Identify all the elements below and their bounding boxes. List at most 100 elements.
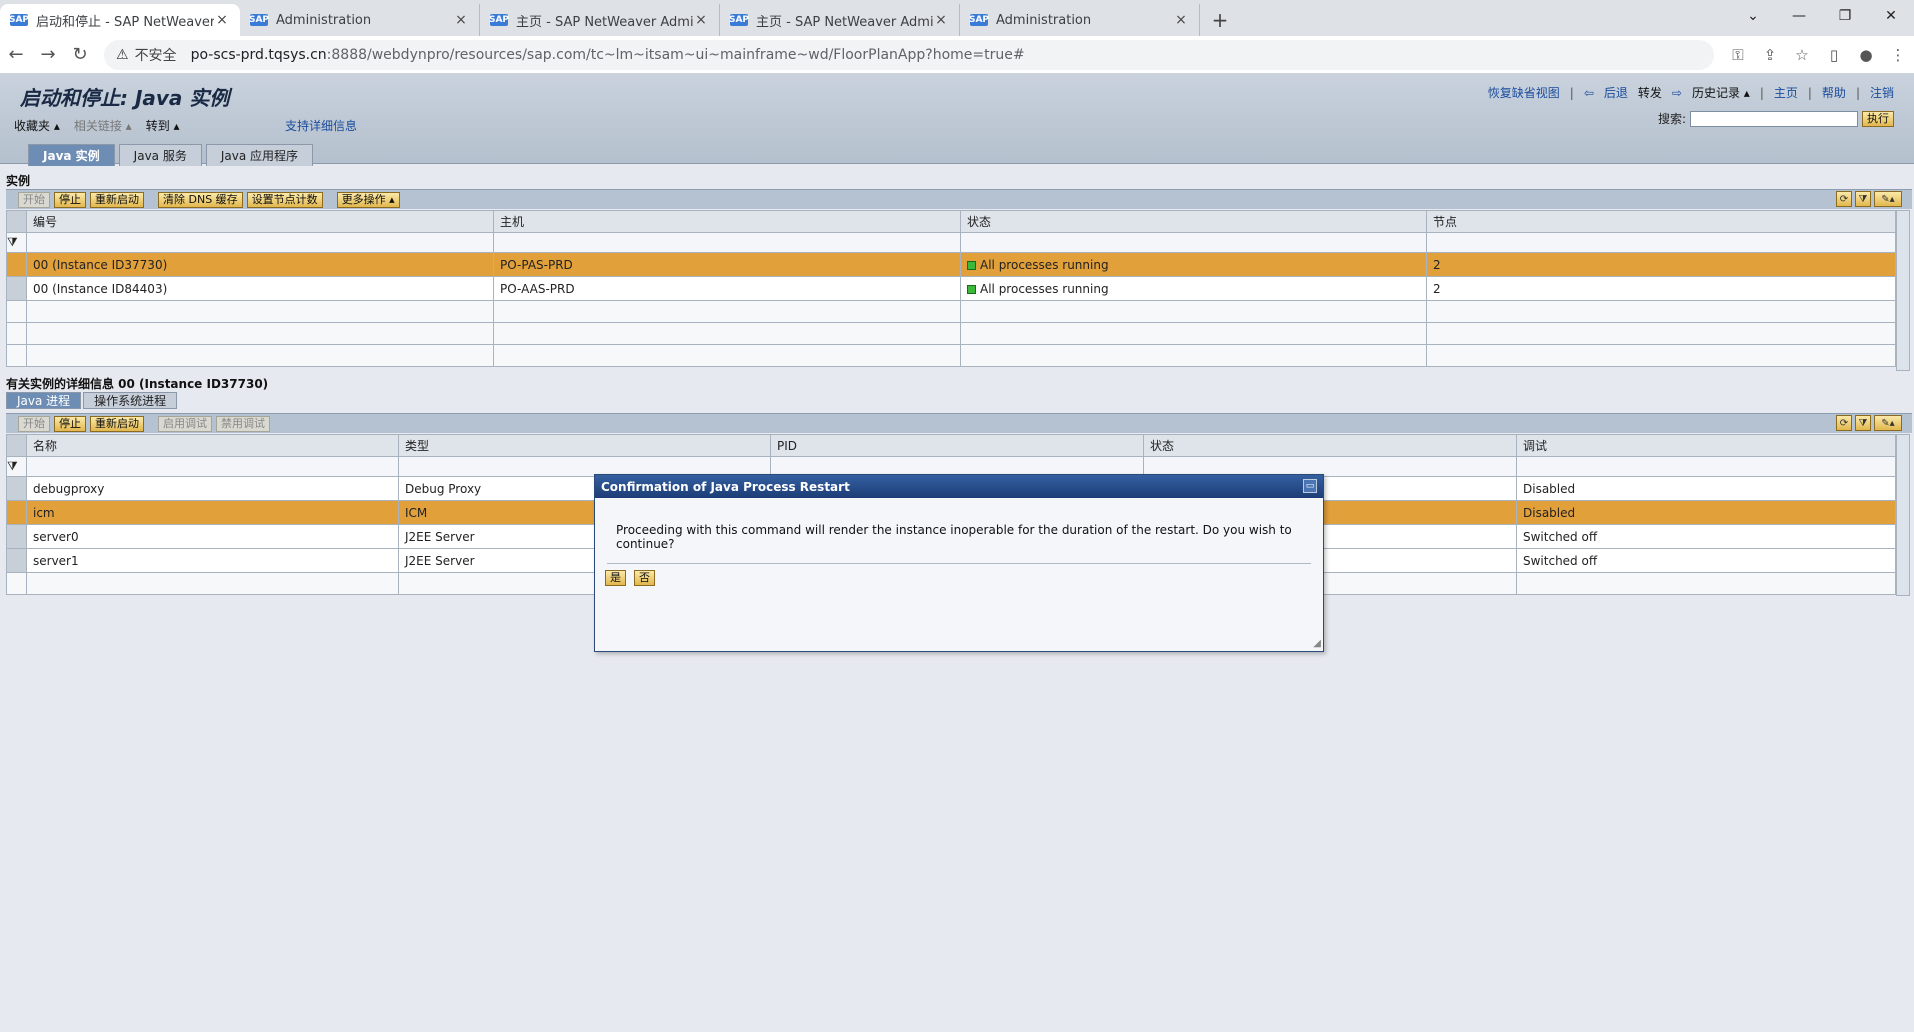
refresh-icon[interactable]: ⟳ <box>1836 415 1852 431</box>
row-selector[interactable] <box>6 252 27 277</box>
row-selector <box>6 300 27 323</box>
filter-cell[interactable] <box>960 232 1427 253</box>
filter-icon[interactable]: ⧩ <box>6 456 27 477</box>
filter-icon[interactable]: ⧩ <box>6 232 27 253</box>
column-header[interactable]: 节点 <box>1426 210 1896 233</box>
search-input[interactable] <box>1690 110 1858 127</box>
dialog-maximize-icon[interactable]: ▭ <box>1303 479 1317 493</box>
disable-debug-button[interactable]: 禁用调试 <box>216 415 270 432</box>
restart-button[interactable]: 重新启动 <box>90 191 144 208</box>
filter-cell[interactable] <box>1516 456 1896 477</box>
more-actions-button[interactable]: 更多操作 ▴ <box>336 191 400 208</box>
sidebar-icon[interactable]: ▯ <box>1818 46 1850 64</box>
support-details-link[interactable]: 支持详细信息 <box>285 117 357 134</box>
back-arrow-icon[interactable]: ⇦ <box>1584 86 1594 100</box>
column-header[interactable]: 类型 <box>398 434 771 457</box>
browser-tab-4[interactable]: SAP 主页 - SAP NetWeaver Admini × <box>720 4 960 36</box>
select-all-cell[interactable] <box>6 210 27 233</box>
processes-scrollbar[interactable] <box>1896 434 1910 596</box>
dialog-titlebar[interactable]: Confirmation of Java Process Restart ▭ <box>595 475 1323 498</box>
row-selector[interactable] <box>6 276 27 301</box>
clear-dns-cache-button[interactable]: 清除 DNS 缓存 <box>158 191 243 208</box>
back-link[interactable]: 后退 <box>1604 84 1628 101</box>
forward-arrow-icon[interactable]: ⇨ <box>1672 86 1682 100</box>
row-selector[interactable] <box>6 476 27 501</box>
filter-icon[interactable]: ⧩ <box>1855 415 1871 431</box>
row-selector[interactable] <box>6 524 27 549</box>
close-tab-icon[interactable]: × <box>933 12 949 28</box>
tab-java-instances[interactable]: Java 实例 <box>28 144 115 166</box>
history-menu[interactable]: 历史记录 ▴ <box>1692 84 1750 101</box>
profile-icon[interactable]: ● <box>1850 46 1882 64</box>
close-tab-icon[interactable]: × <box>453 12 469 28</box>
column-header[interactable]: 编号 <box>26 210 494 233</box>
filter-cell[interactable] <box>26 456 399 477</box>
select-all-cell[interactable] <box>6 434 27 457</box>
logout-link[interactable]: 注销 <box>1870 84 1894 101</box>
column-header[interactable]: 名称 <box>26 434 399 457</box>
browser-tab-5[interactable]: SAP Administration × <box>960 4 1200 36</box>
stop-button[interactable]: 停止 <box>54 191 86 208</box>
close-tab-icon[interactable]: × <box>693 12 709 28</box>
reload-icon[interactable]: ↻ <box>64 39 96 71</box>
tab-java-applications[interactable]: Java 应用程序 <box>205 144 314 166</box>
related-links-menu[interactable]: 相关链接 ▴ <box>74 117 132 134</box>
row-selector[interactable] <box>6 500 27 525</box>
favorites-menu[interactable]: 收藏夹 ▴ <box>14 117 60 134</box>
instances-scrollbar[interactable] <box>1896 210 1910 371</box>
browser-tab-1[interactable]: SAP 启动和停止 - SAP NetWeaver A × <box>0 4 240 36</box>
filter-icon[interactable]: ⧩ <box>1855 191 1871 207</box>
restore-icon[interactable]: ❐ <box>1822 0 1868 32</box>
forward-icon[interactable]: → <box>32 39 64 71</box>
minimize-icon[interactable]: — <box>1776 0 1822 32</box>
close-tab-icon[interactable]: × <box>1173 12 1189 28</box>
home-link[interactable]: 主页 <box>1774 84 1798 101</box>
filter-cell[interactable] <box>26 232 494 253</box>
column-header[interactable]: PID <box>770 434 1144 457</box>
start-button[interactable]: 开始 <box>18 415 50 432</box>
row-selector[interactable] <box>6 548 27 573</box>
enable-debug-button[interactable]: 启用调试 <box>158 415 212 432</box>
no-button[interactable]: 否 <box>634 570 655 586</box>
forward-link[interactable]: 转发 <box>1638 84 1662 101</box>
bookmark-star-icon[interactable]: ☆ <box>1786 46 1818 64</box>
url-field[interactable]: ⚠ 不安全 po-scs-prd.tqsys.cn:8888/webdynpro… <box>104 39 1714 70</box>
filter-cell[interactable] <box>493 232 961 253</box>
new-tab-button[interactable]: + <box>1200 4 1240 36</box>
start-button[interactable]: 开始 <box>18 191 50 208</box>
refresh-icon[interactable]: ⟳ <box>1836 191 1852 207</box>
stop-button[interactable]: 停止 <box>54 415 86 432</box>
resize-grip-icon[interactable]: ◢ <box>1313 638 1321 649</box>
yes-button[interactable]: 是 <box>605 570 626 586</box>
help-link[interactable]: 帮助 <box>1822 84 1846 101</box>
settings-wrench-icon[interactable]: ✎▴ <box>1874 191 1902 207</box>
column-header[interactable]: 主机 <box>493 210 961 233</box>
window-controls: ⌄ — ❐ ✕ <box>1730 0 1914 32</box>
settings-wrench-icon[interactable]: ✎▴ <box>1874 415 1902 431</box>
tab-os-processes[interactable]: 操作系统进程 <box>83 392 178 409</box>
menu-icon[interactable]: ⋮ <box>1882 46 1914 64</box>
close-window-icon[interactable]: ✕ <box>1868 0 1914 32</box>
execute-button[interactable]: 执行 <box>1862 110 1894 127</box>
table-row[interactable]: 00 (Instance ID84403) PO-AAS-PRD All pro… <box>6 276 1896 301</box>
tab-java-processes[interactable]: Java 进程 <box>6 392 82 409</box>
restart-button[interactable]: 重新启动 <box>90 415 144 432</box>
restore-default-view-link[interactable]: 恢复缺省视图 <box>1488 84 1560 101</box>
status-text: All processes running <box>980 281 1109 296</box>
column-header[interactable]: 状态 <box>1143 434 1517 457</box>
close-tab-icon[interactable]: × <box>214 12 230 28</box>
key-icon[interactable]: ⚿ <box>1722 46 1754 64</box>
process-name-cell: debugproxy <box>26 476 399 501</box>
browser-tab-3[interactable]: SAP 主页 - SAP NetWeaver Admini × <box>480 4 720 36</box>
column-header[interactable]: 状态 <box>960 210 1427 233</box>
browser-tab-2[interactable]: SAP Administration × <box>240 4 480 36</box>
set-node-count-button[interactable]: 设置节点计数 <box>246 191 323 208</box>
filter-cell[interactable] <box>1426 232 1896 253</box>
back-icon[interactable]: ← <box>0 39 32 71</box>
table-row[interactable]: 00 (Instance ID37730) PO-PAS-PRD All pro… <box>6 252 1896 277</box>
column-header[interactable]: 调试 <box>1516 434 1896 457</box>
share-icon[interactable]: ⇪ <box>1754 46 1786 64</box>
goto-menu[interactable]: 转到 ▴ <box>146 117 180 134</box>
tab-search-icon[interactable]: ⌄ <box>1730 0 1776 32</box>
tab-java-services[interactable]: Java 服务 <box>118 144 202 166</box>
